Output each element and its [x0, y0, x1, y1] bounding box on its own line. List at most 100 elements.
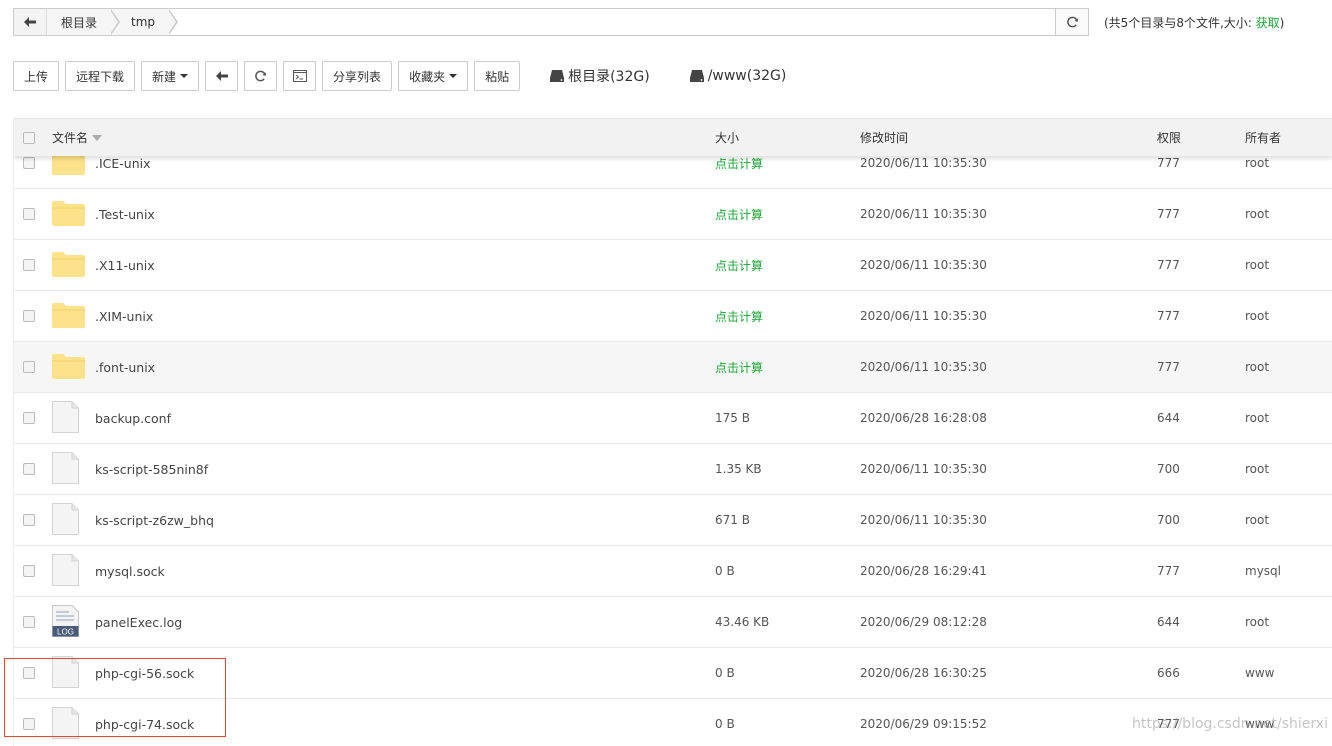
column-header-mtime[interactable]: 修改时间 [860, 129, 908, 146]
file-owner[interactable]: root [1245, 462, 1269, 476]
file-name-link[interactable]: panelExec.log [95, 615, 182, 630]
breadcrumb-label: 根目录 [61, 15, 98, 30]
table-row[interactable]: php-cgi-56.sock 0 B 2020/06/28 16:30:25 666… [14, 648, 1332, 699]
file-name-link[interactable]: php-cgi-74.sock [95, 717, 194, 732]
file-permission[interactable]: 666 [1157, 666, 1180, 680]
file-permission[interactable]: 644 [1157, 615, 1180, 629]
row-checkbox[interactable] [23, 412, 35, 424]
file-owner[interactable]: root [1245, 207, 1269, 221]
remote-download-button[interactable]: 远程下载 [65, 61, 136, 91]
file-icon-wrap[interactable] [52, 553, 79, 589]
disk-www[interactable]: /www(32G) [689, 68, 786, 84]
disk-root[interactable]: 根目录(32G) [550, 66, 650, 86]
file-permission[interactable]: 777 [1157, 564, 1180, 578]
folder-icon-wrap[interactable] [52, 200, 85, 229]
table-row[interactable]: backup.conf 175 B 2020/06/28 16:28:08 644 ro… [14, 393, 1332, 444]
file-name-link[interactable]: .ICE-unix [95, 156, 151, 171]
file-mtime: 2020/06/29 09:15:52 [860, 717, 987, 731]
path-refresh-button[interactable] [1055, 9, 1088, 35]
table-row[interactable]: .font-unix 点击计算 2020/06/11 10:35:30 777 root [14, 342, 1332, 393]
file-name-link[interactable]: ks-script-z6zw_bhq [95, 513, 214, 528]
file-permission[interactable]: 777 [1157, 207, 1180, 221]
file-owner[interactable]: root [1245, 513, 1269, 527]
row-checkbox[interactable] [23, 514, 35, 526]
row-checkbox[interactable] [23, 259, 35, 271]
calc-size-link[interactable]: 点击计算 [715, 359, 763, 376]
file-permission[interactable]: 777 [1157, 258, 1180, 272]
row-checkbox[interactable] [23, 361, 35, 373]
file-name-link[interactable]: backup.conf [95, 411, 171, 426]
folder-icon-wrap[interactable] [52, 302, 85, 331]
file-owner[interactable]: www [1245, 666, 1274, 680]
file-name-link[interactable]: .font-unix [95, 360, 155, 375]
terminal-button[interactable] [283, 61, 317, 91]
file-name-link[interactable]: .XIM-unix [95, 309, 153, 324]
file-permission[interactable]: 777 [1157, 360, 1180, 374]
file-permission[interactable]: 777 [1157, 156, 1180, 170]
file-name-link[interactable]: php-cgi-56.sock [95, 666, 194, 681]
table-body: .ICE-unix 点击计算 2020/06/11 10:35:30 777 root.… [14, 138, 1332, 746]
column-header-perm[interactable]: 权限 [1157, 129, 1181, 146]
column-header-owner[interactable]: 所有者 [1245, 129, 1281, 146]
new-dropdown-button[interactable]: 新建 [141, 61, 200, 91]
get-size-link[interactable]: 获取 [1256, 16, 1280, 30]
file-owner[interactable]: root [1245, 156, 1269, 170]
table-row[interactable]: LOG panelExec.log 43.46 KB 2020/06/29 08:12… [14, 597, 1332, 648]
table-row[interactable]: .X11-unix 点击计算 2020/06/11 10:35:30 777 root [14, 240, 1332, 291]
refresh-button[interactable] [244, 61, 278, 91]
select-all-checkbox[interactable] [23, 131, 35, 144]
file-owner[interactable]: root [1245, 411, 1269, 425]
calc-size-link[interactable]: 点击计算 [715, 155, 763, 172]
folder-icon-wrap[interactable] [52, 353, 85, 382]
file-owner[interactable]: root [1245, 309, 1269, 323]
row-checkbox[interactable] [23, 157, 35, 169]
row-checkbox[interactable] [23, 718, 35, 730]
breadcrumb-root[interactable]: 根目录 [47, 9, 121, 35]
share-list-button[interactable]: 分享列表 [322, 61, 393, 91]
column-header-name[interactable]: 文件名 [52, 129, 103, 146]
row-checkbox[interactable] [23, 208, 35, 220]
file-icon-wrap[interactable] [52, 400, 79, 436]
calc-size-link[interactable]: 点击计算 [715, 257, 763, 274]
row-checkbox[interactable] [23, 667, 35, 679]
back-button[interactable] [205, 61, 239, 91]
path-back-button[interactable] [14, 9, 47, 35]
table-row[interactable]: ks-script-585nin8f 1.35 KB 2020/06/11 10:3… [14, 444, 1332, 495]
column-header-size[interactable]: 大小 [715, 129, 739, 146]
row-checkbox[interactable] [23, 310, 35, 322]
file-permission[interactable]: 700 [1157, 513, 1180, 527]
table-row[interactable]: .Test-unix 点击计算 2020/06/11 10:35:30 777 root [14, 189, 1332, 240]
file-icon-wrap[interactable] [52, 655, 79, 691]
file-owner[interactable]: root [1245, 258, 1269, 272]
file-icon-wrap[interactable] [52, 706, 79, 742]
file-name-link[interactable]: mysql.sock [95, 564, 165, 579]
file-icon-wrap[interactable]: LOG [52, 604, 79, 640]
table-row[interactable]: mysql.sock 0 B 2020/06/28 16:29:41 777 mysql [14, 546, 1332, 597]
file-name-link[interactable]: .Test-unix [95, 207, 155, 222]
row-checkbox[interactable] [23, 565, 35, 577]
folder-icon [52, 353, 85, 379]
favorites-dropdown-button[interactable]: 收藏夹 [398, 61, 469, 91]
file-permission[interactable]: 777 [1157, 309, 1180, 323]
folder-icon-wrap[interactable] [52, 251, 85, 280]
upload-button[interactable]: 上传 [13, 61, 60, 91]
file-mtime: 2020/06/29 08:12:28 [860, 615, 987, 629]
row-checkbox[interactable] [23, 463, 35, 475]
table-row[interactable]: .XIM-unix 点击计算 2020/06/11 10:35:30 777 root [14, 291, 1332, 342]
paste-button[interactable]: 粘贴 [474, 61, 521, 91]
file-permission[interactable]: 700 [1157, 462, 1180, 476]
file-name-link[interactable]: ks-script-585nin8f [95, 462, 208, 477]
row-checkbox[interactable] [23, 616, 35, 628]
file-owner[interactable]: mysql [1245, 564, 1281, 578]
file-icon-wrap[interactable] [52, 451, 79, 487]
file-permission[interactable]: 644 [1157, 411, 1180, 425]
table-row[interactable]: ks-script-z6zw_bhq 671 B 2020/06/11 10:35:… [14, 495, 1332, 546]
calc-size-link[interactable]: 点击计算 [715, 308, 763, 325]
calc-size-link[interactable]: 点击计算 [715, 206, 763, 223]
file-owner[interactable]: root [1245, 615, 1269, 629]
path-input[interactable] [169, 9, 1055, 35]
paste-label: 粘贴 [485, 69, 510, 84]
file-icon-wrap[interactable] [52, 502, 79, 538]
file-name-link[interactable]: .X11-unix [95, 258, 155, 273]
file-owner[interactable]: root [1245, 360, 1269, 374]
